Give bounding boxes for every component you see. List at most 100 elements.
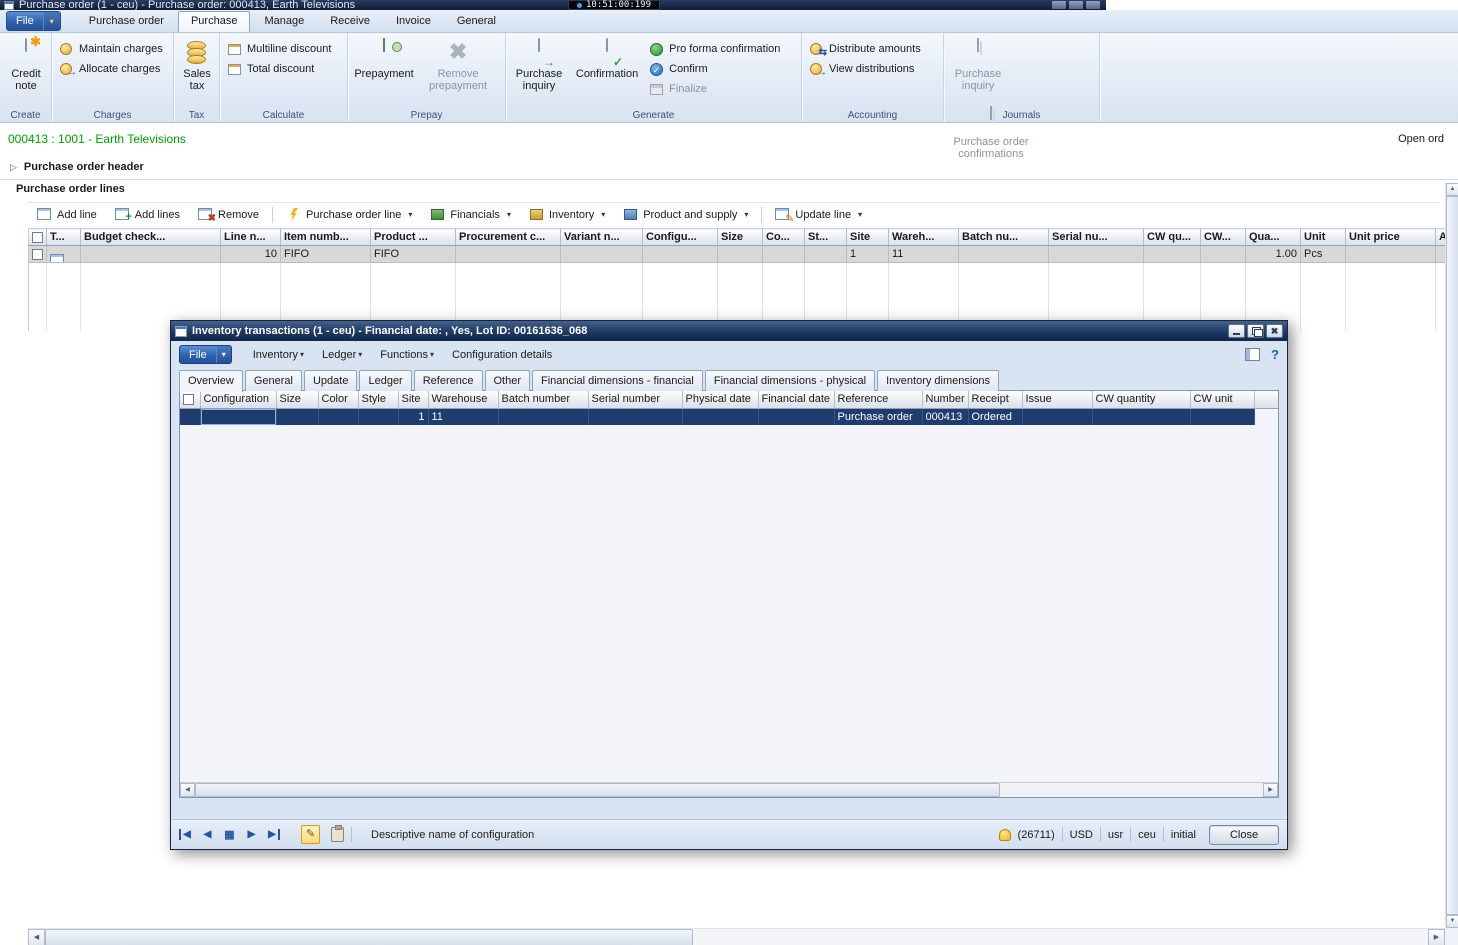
cell-unit-price[interactable] <box>1346 246 1436 263</box>
column-header[interactable]: CW quantity <box>1092 391 1190 408</box>
column-header[interactable]: Configu... <box>643 229 718 246</box>
table-row[interactable]: 10 FIFO FIFO 1 11 1.00 Pcs <box>29 246 1446 263</box>
tab-other[interactable]: Other <box>485 370 531 391</box>
tab-financial-dimensions-physical[interactable]: Financial dimensions - physical <box>705 370 875 391</box>
product-and-supply-menu[interactable]: Product and supply▾ <box>614 208 757 221</box>
column-header[interactable]: CW... <box>1201 229 1246 246</box>
scroll-up-icon[interactable]: ▲ <box>1446 183 1458 196</box>
cell-physical-date[interactable] <box>682 408 758 425</box>
close-icon[interactable] <box>1086 1 1100 9</box>
column-header[interactable]: Batch number <box>498 391 588 408</box>
cell-style[interactable] <box>805 246 847 263</box>
purchase-order-header-section[interactable]: ▷ Purchase order header <box>0 155 1458 180</box>
file-menu-button[interactable]: File ▾ <box>6 11 61 31</box>
column-header[interactable]: Product ... <box>371 229 456 246</box>
cell-product[interactable]: FIFO <box>371 246 456 263</box>
dialog-titlebar[interactable]: Inventory transactions (1 - ceu) - Finan… <box>171 321 1287 341</box>
column-header[interactable]: Variant n... <box>561 229 643 246</box>
cell-warehouse[interactable]: 11 <box>428 408 498 425</box>
tab-ledger[interactable]: Ledger <box>359 370 411 391</box>
column-header[interactable]: Configuration <box>200 391 276 408</box>
column-header[interactable]: Item numb... <box>281 229 371 246</box>
confirmation-button[interactable]: ✓ Confirmation <box>571 36 643 104</box>
add-lines-button[interactable]: + Add lines <box>106 208 189 221</box>
column-header[interactable]: Style <box>358 391 398 408</box>
column-header[interactable]: Size <box>718 229 763 246</box>
cell-site[interactable]: 1 <box>847 246 889 263</box>
tab-financial-dimensions-financial[interactable]: Financial dimensions - financial <box>532 370 703 391</box>
tab-update[interactable]: Update <box>304 370 357 391</box>
maximize-icon[interactable] <box>1069 1 1083 9</box>
cell-receipt[interactable]: Ordered <box>968 408 1022 425</box>
cell-cw-unit[interactable] <box>1190 408 1254 425</box>
prepayment-button[interactable]: Prepayment <box>352 36 416 104</box>
cell-size[interactable] <box>718 246 763 263</box>
sales-tax-button[interactable]: Sales tax <box>178 36 216 104</box>
cell-transaction-type[interactable] <box>47 246 81 263</box>
cell-issue[interactable] <box>1022 408 1092 425</box>
next-record-icon[interactable]: ▶ <box>244 829 259 840</box>
update-line-menu[interactable]: ✎ Update line▾ <box>766 208 871 221</box>
confirm-button[interactable]: ✓ Confirm <box>646 59 783 78</box>
cell-size[interactable] <box>276 408 318 425</box>
cell-financial-date[interactable] <box>758 408 834 425</box>
column-header[interactable]: Size <box>276 391 318 408</box>
credit-note-button[interactable]: ✱ Credit note <box>4 36 48 104</box>
maintain-charges-button[interactable]: Maintain charges <box>56 39 166 58</box>
edit-mode-button[interactable]: ✎ <box>301 825 320 844</box>
column-header[interactable]: Warehouse <box>428 391 498 408</box>
column-header[interactable]: Procurement c... <box>456 229 561 246</box>
scroll-down-icon[interactable]: ▼ <box>1446 915 1458 928</box>
total-discount-button[interactable]: Total discount <box>224 59 334 78</box>
column-header[interactable]: Unit price <box>1346 229 1436 246</box>
column-header[interactable]: Line n... <box>221 229 281 246</box>
expander-icon[interactable]: ▷ <box>10 162 17 173</box>
purchase-order-line-menu[interactable]: Purchase order line▾ <box>277 208 421 221</box>
cell-line-number[interactable]: 10 <box>221 246 281 263</box>
cell-cw-quantity[interactable] <box>1144 246 1201 263</box>
ribbon-tab-purchase[interactable]: Purchase <box>178 11 250 32</box>
column-header[interactable]: Color <box>318 391 358 408</box>
column-header[interactable]: Unit <box>1301 229 1346 246</box>
allocate-charges-button[interactable]: → Allocate charges <box>56 59 166 78</box>
scroll-right-icon[interactable]: ▶ <box>1263 783 1278 797</box>
dialog-ledger-menu[interactable]: Ledger▾ <box>313 346 371 364</box>
last-record-icon[interactable]: ▶ <box>266 829 280 840</box>
ribbon-tab-purchase-order[interactable]: Purchase order <box>77 11 176 32</box>
cell-color[interactable] <box>318 408 358 425</box>
column-header[interactable]: Number <box>922 391 968 408</box>
tab-overview[interactable]: Overview <box>179 370 243 392</box>
purchase-inquiry-button[interactable]: → Purchase inquiry <box>510 36 568 104</box>
column-header[interactable]: Budget check... <box>81 229 221 246</box>
cell-budget-check[interactable] <box>81 246 221 263</box>
ribbon-tab-general[interactable]: General <box>445 11 508 32</box>
column-header[interactable]: Serial nu... <box>1049 229 1144 246</box>
minimize-icon[interactable] <box>1228 324 1245 338</box>
cell-batch-number[interactable] <box>498 408 588 425</box>
column-header[interactable]: Reference <box>834 391 922 408</box>
tab-general[interactable]: General <box>245 370 302 391</box>
table-row-selected[interactable]: 1 11 Purchase order 000413 Ordered <box>180 408 1279 425</box>
cell-variant[interactable] <box>561 246 643 263</box>
cell-configuration[interactable] <box>200 408 276 425</box>
ribbon-tab-manage[interactable]: Manage <box>252 11 316 32</box>
cell-configuration[interactable] <box>643 246 718 263</box>
remove-button[interactable]: ✖ Remove <box>189 208 268 221</box>
cell-procurement[interactable] <box>456 246 561 263</box>
scroll-right-icon[interactable]: ▶ <box>1428 929 1445 945</box>
remove-prepayment-button[interactable]: ✖ Remove prepayment <box>419 36 497 104</box>
column-header[interactable]: Wareh... <box>889 229 959 246</box>
column-header[interactable]: Site <box>398 391 428 408</box>
close-icon[interactable] <box>1266 324 1283 338</box>
cell-serial-number[interactable] <box>588 408 682 425</box>
cell-quantity[interactable]: 1.00 <box>1246 246 1301 263</box>
view-distributions-button[interactable]: → View distributions <box>806 59 924 78</box>
select-all-checkbox[interactable] <box>29 229 47 246</box>
dialog-file-menu-button[interactable]: File ▾ <box>179 345 232 364</box>
dialog-functions-menu[interactable]: Functions▾ <box>371 346 443 364</box>
column-header[interactable]: CW qu... <box>1144 229 1201 246</box>
scroll-left-icon[interactable]: ◀ <box>28 929 45 945</box>
cell-color[interactable] <box>763 246 805 263</box>
vertical-scrollbar[interactable]: ▲ ▼ <box>1445 183 1458 928</box>
cell-number[interactable]: 000413 <box>922 408 968 425</box>
